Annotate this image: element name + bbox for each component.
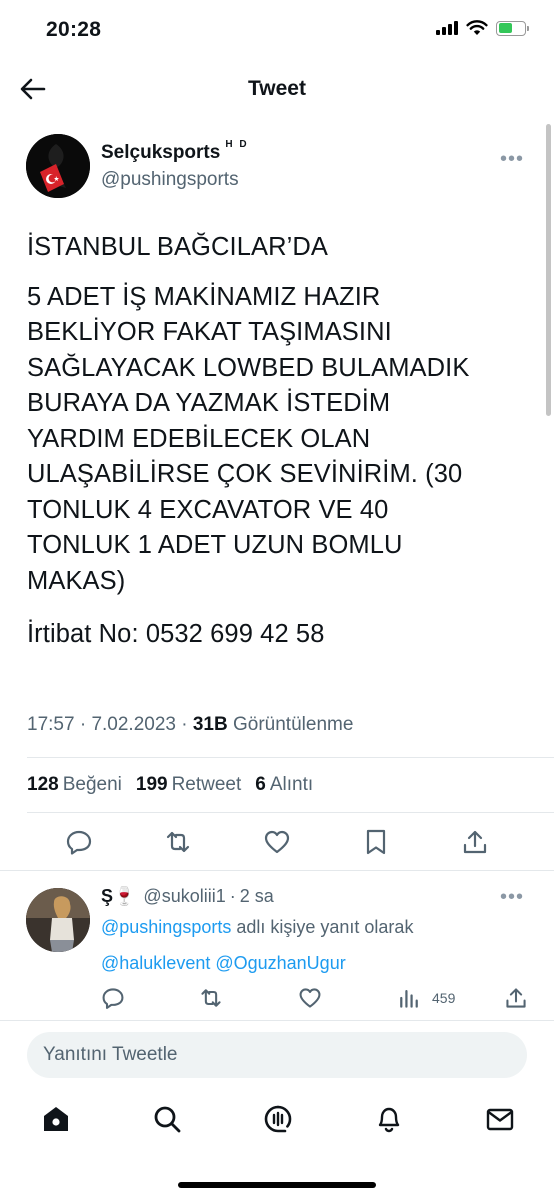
tweet-text: İSTANBUL BAĞCILAR’DA 5 ADET İŞ MAKİNAMIZ…	[27, 230, 532, 667]
battery-charging-icon	[496, 20, 529, 36]
reply-icon[interactable]	[101, 986, 125, 1010]
page-title: Tweet	[248, 77, 306, 100]
status-bar: 20:28	[0, 0, 554, 60]
tweet-contact: İrtibat No: 0532 699 42 58	[27, 620, 325, 648]
share-icon[interactable]	[461, 828, 489, 856]
reply-context-mention[interactable]: @pushingsports	[101, 917, 231, 937]
reply-separator: ·	[229, 886, 236, 906]
search-icon[interactable]	[152, 1104, 182, 1134]
reply-text: @haluklevent @OguzhanUgur	[101, 953, 346, 974]
tweet-meta: 17:57 · 7.02.2023 · 31B Görüntülenme	[27, 714, 353, 736]
likes-stat[interactable]: 128 Beğeni	[27, 774, 122, 796]
reply-icon[interactable]	[65, 828, 93, 856]
reply-header: Ş🍷 @sukoliii1 · 2 sa	[101, 886, 274, 907]
home-indicator[interactable]	[178, 1182, 376, 1188]
reply-handle[interactable]: @sukoliii1	[143, 886, 225, 907]
notifications-icon[interactable]	[374, 1104, 404, 1134]
mention-link[interactable]: @haluklevent	[101, 953, 210, 973]
mention-link[interactable]: @OguzhanUgur	[215, 953, 345, 973]
like-icon[interactable]	[263, 828, 291, 856]
author-avatar[interactable]	[26, 134, 90, 198]
scrollbar-thumb[interactable]	[546, 124, 551, 416]
author-handle[interactable]: @pushingsports	[101, 169, 239, 191]
more-horizontal-icon[interactable]: •••	[500, 148, 524, 171]
tweet-title-line: İSTANBUL BAĞCILAR’DA	[27, 233, 328, 261]
views-chart-icon[interactable]	[397, 986, 421, 1010]
meta-separator: ·	[181, 714, 188, 735]
like-icon[interactable]	[298, 986, 322, 1010]
author-name-text: Selçuksports	[101, 142, 221, 163]
reply-author-name[interactable]: Ş🍷	[101, 886, 135, 907]
reply-age: 2 sa	[239, 886, 274, 906]
reply-compose-input[interactable]: Yanıtını Tweetle	[27, 1032, 527, 1078]
top-header: Tweet	[0, 66, 554, 112]
cellular-signal-icon	[436, 21, 458, 35]
author-name[interactable]: Selçuksports H D	[101, 138, 249, 164]
divider	[0, 1020, 554, 1021]
tweet-date: 7.02.2023	[91, 714, 176, 735]
spaces-icon[interactable]	[263, 1104, 293, 1134]
meta-separator: ·	[79, 714, 87, 735]
more-horizontal-icon[interactable]: •••	[500, 886, 524, 909]
reply-context: @pushingsports adlı kişiye yanıt olarak	[101, 917, 413, 938]
bottom-navigation	[0, 1104, 554, 1144]
divider	[27, 757, 554, 758]
reply-views-count: 459	[432, 990, 456, 1006]
author-badge: H D	[225, 138, 249, 150]
retweets-stat[interactable]: 199 Retweet	[136, 774, 241, 796]
tweet-actions	[0, 828, 554, 862]
reply-actions: 459	[0, 986, 554, 1012]
tweet-body: 5 ADET İŞ MAKİNAMIZ HAZIR BEKLİYOR FAKAT…	[27, 282, 470, 595]
reply-avatar[interactable]	[26, 888, 90, 952]
quotes-stat[interactable]: 6 Alıntı	[255, 774, 313, 796]
retweet-icon[interactable]	[199, 986, 223, 1010]
share-icon[interactable]	[504, 986, 528, 1010]
status-time: 20:28	[46, 18, 102, 41]
tweet-stats: 128 Beğeni 199 Retweet 6 Alıntı	[27, 774, 313, 796]
wifi-icon	[466, 20, 488, 35]
views-count[interactable]: 31B	[193, 714, 228, 735]
reply-context-text: adlı kişiye yanıt olarak	[236, 917, 414, 937]
home-icon[interactable]	[41, 1104, 71, 1134]
retweet-icon[interactable]	[164, 828, 192, 856]
tweet-time: 17:57	[27, 714, 75, 735]
divider	[27, 812, 554, 813]
bookmark-icon[interactable]	[362, 828, 390, 856]
messages-icon[interactable]	[485, 1104, 515, 1134]
views-label[interactable]: Görüntülenme	[233, 714, 353, 735]
divider	[0, 870, 554, 871]
status-icons	[436, 20, 529, 36]
